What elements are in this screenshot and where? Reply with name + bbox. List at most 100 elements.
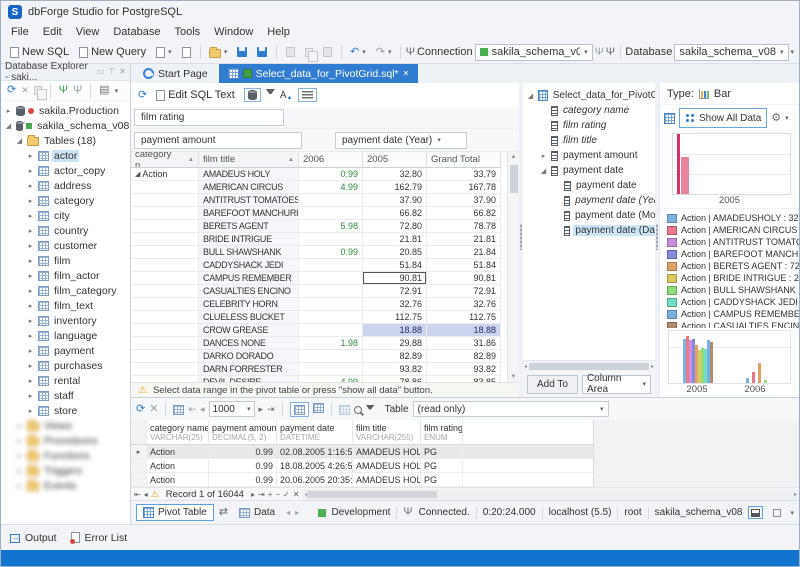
explorer-node[interactable]: ▸sakila.Production — [1, 103, 130, 118]
menu-view[interactable]: View — [69, 26, 107, 38]
pivot-category-cell[interactable] — [131, 272, 199, 285]
pivot-film-cell[interactable]: CLUELESS BUCKET — [199, 311, 299, 324]
column-header[interactable]: category nameVARCHAR(25) — [147, 420, 209, 444]
field-node[interactable]: ▸payment amount — [523, 148, 655, 163]
explorer-node[interactable]: ▸actor — [1, 148, 130, 163]
scroll-down-icon[interactable]: ▼ — [511, 372, 517, 382]
pivot-category-cell[interactable] — [131, 220, 199, 233]
split-view-button[interactable] — [748, 506, 763, 519]
pivot-film-cell[interactable]: AMADEUS HOLY — [199, 168, 299, 181]
delete-record-icon[interactable]: − — [275, 490, 280, 499]
pivot-total-cell[interactable]: 21.84 — [427, 246, 501, 259]
last-page-icon[interactable]: ⇥ — [267, 405, 275, 414]
column-header[interactable]: film ratingENUM — [421, 420, 463, 444]
pivot-2005-cell[interactable]: 37.90 — [363, 194, 427, 207]
undo-button[interactable]: ↶▾ — [346, 46, 370, 59]
append-record-icon[interactable]: + — [268, 490, 273, 499]
search-icon[interactable] — [354, 406, 362, 414]
pivot-film-cell[interactable]: CROW GREASE — [199, 324, 299, 337]
field-node[interactable]: payment date — [523, 178, 655, 193]
first-record-icon[interactable]: ⇤ — [134, 490, 141, 499]
scrollbar-thumb[interactable] — [307, 491, 437, 498]
pivot-2006-cell[interactable] — [299, 298, 363, 311]
pivot-2005-cell[interactable]: 21.81 — [363, 233, 427, 246]
legend-item[interactable]: Action | AMADEUSHOLY : 32.8 — [667, 212, 799, 224]
column-header[interactable]: film titleVARCHAR(255) — [353, 420, 421, 444]
pivot-total-cell[interactable]: 33.79 — [427, 168, 501, 181]
expander-icon[interactable]: ▸ — [26, 242, 35, 250]
cut-button[interactable] — [282, 46, 299, 58]
legend-item[interactable]: Action | CAMPUS REMEMBER : 90 — [667, 308, 799, 320]
show-legend-button[interactable] — [298, 88, 317, 102]
legend-item[interactable]: Action | BERETS AGENT : 72.8 — [667, 260, 799, 272]
gear-icon[interactable]: ⚙ — [771, 113, 781, 124]
expander-icon[interactable]: ◢ — [539, 167, 548, 175]
data-field-chip[interactable]: payment amount — [134, 132, 302, 149]
single-view-button[interactable] — [769, 506, 784, 519]
explorer-node[interactable]: ◢Tables (18) — [1, 133, 130, 148]
pin-icon[interactable]: ⊤ — [108, 68, 115, 76]
paste-button[interactable] — [319, 46, 336, 58]
card-view-button[interactable] — [313, 402, 324, 416]
legend-item[interactable]: Action | BAREFOOT MANCHURIAN — [667, 248, 799, 260]
pivot-total-cell[interactable]: 90.81 — [427, 272, 501, 285]
refresh-icon[interactable]: ⟳ — [7, 85, 16, 96]
explorer-node[interactable]: ▸category — [1, 193, 130, 208]
table-cell[interactable]: 0.99 — [209, 459, 277, 472]
output-tab[interactable]: Output — [10, 532, 57, 544]
pivot-2005-cell[interactable]: 93.82 — [363, 363, 427, 376]
menu-edit[interactable]: Edit — [36, 26, 69, 38]
explorer-node[interactable]: ▸customer — [1, 238, 130, 253]
pivot-2006-cell[interactable] — [299, 285, 363, 298]
show-all-data-button[interactable]: Show All Data — [679, 108, 767, 128]
pivot-2006-cell[interactable]: 4.99 — [299, 181, 363, 194]
field-node[interactable]: payment date (Day) — [523, 223, 655, 238]
table-row[interactable]: Action0.9920.06.2005 20:35:28AMADEUS HOL… — [131, 473, 593, 487]
pivot-total-cell[interactable]: 51.84 — [427, 259, 501, 272]
pivot-2005-cell[interactable]: 32.76 — [363, 298, 427, 311]
custom-filter-icon[interactable] — [366, 405, 375, 410]
pivot-2006-cell[interactable] — [299, 259, 363, 272]
chevron-down-icon[interactable]: ▾ — [785, 114, 789, 122]
scroll-right-icon[interactable]: ▸ — [794, 491, 797, 498]
previous-page-icon[interactable]: ◂ — [200, 405, 205, 414]
filter-button[interactable] — [266, 89, 275, 101]
pivot-total-cell[interactable]: 112.75 — [427, 311, 501, 324]
previous-record-icon[interactable]: ◂ — [144, 490, 148, 499]
error-list-tab[interactable]: Error List — [71, 532, 128, 544]
scroll-right-icon[interactable]: ▸ — [651, 363, 654, 370]
field-node[interactable]: film title — [523, 133, 655, 148]
explorer-node[interactable]: ▸film — [1, 253, 130, 268]
legend-item[interactable]: Action | BRIDE INTRIGUE : 21.81 — [667, 272, 799, 284]
data-view-tab[interactable]: Data — [233, 505, 281, 520]
pivot-total-cell[interactable]: 18.88 — [427, 324, 501, 337]
filter-grid-icon[interactable] — [339, 405, 350, 415]
pivot-2005-cell[interactable]: 82.89 — [363, 350, 427, 363]
new-window-button[interactable] — [178, 46, 195, 59]
explorer-node[interactable]: ▸payment — [1, 343, 130, 358]
explorer-node[interactable]: ▸film_text — [1, 298, 130, 313]
expander-icon[interactable]: ▸ — [26, 197, 35, 205]
pivot-category-cell[interactable] — [131, 246, 199, 259]
pivot-category-cell[interactable] — [131, 285, 199, 298]
explorer-node[interactable]: ▸city — [1, 208, 130, 223]
expander-icon[interactable]: ▸ — [26, 407, 35, 415]
expander-icon[interactable]: ◢ — [135, 170, 140, 178]
database-select[interactable]: sakila_schema_v08 ▾ — [674, 44, 788, 61]
expander-icon[interactable]: ◢ — [15, 137, 24, 145]
table-row[interactable]: Action0.9918.08.2005 4:26:54AMADEUS HOLY… — [131, 459, 593, 473]
pivot-2005-cell[interactable]: 20.85 — [363, 246, 427, 259]
expander-icon[interactable]: ▸ — [26, 227, 35, 235]
pivot-total-cell[interactable]: 32.76 — [427, 298, 501, 311]
pivot-2005-cell[interactable]: 29.88 — [363, 337, 427, 350]
menu-help[interactable]: Help — [260, 26, 297, 38]
pivot-2006-cell[interactable] — [299, 272, 363, 285]
pivot-chart-plot[interactable] — [672, 133, 791, 195]
explorer-node[interactable]: ▸inventory — [1, 313, 130, 328]
explorer-node[interactable]: ▸purchases — [1, 358, 130, 373]
pivot-category-cell[interactable] — [131, 298, 199, 311]
script-icon[interactable]: ▤ — [99, 85, 109, 96]
open-file-button[interactable]: ▾ — [205, 46, 232, 59]
pivot-2005-cell[interactable]: 72.80 — [363, 220, 427, 233]
table-cell[interactable]: 0.99 — [209, 445, 277, 458]
